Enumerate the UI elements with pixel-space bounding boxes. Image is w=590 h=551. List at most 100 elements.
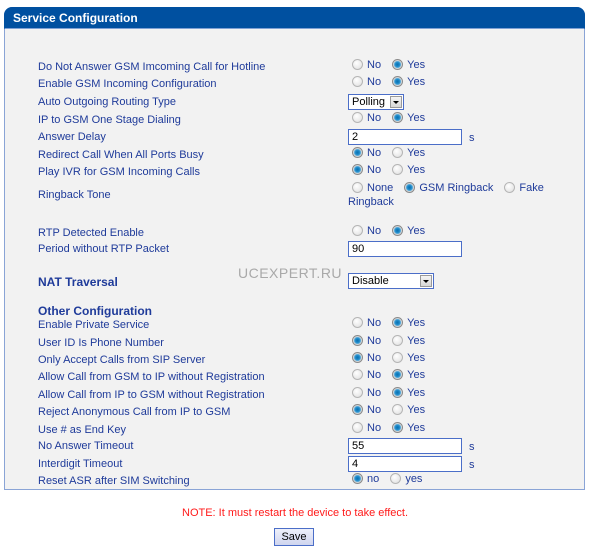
label: Answer Delay [38, 131, 106, 143]
answer-delay-input[interactable]: 2 [348, 129, 462, 145]
radio-no[interactable] [352, 111, 363, 123]
radio-no[interactable] [352, 403, 363, 415]
label: RTP Detected Enable [38, 227, 144, 239]
radio-none[interactable] [352, 181, 363, 193]
radio-yes[interactable] [392, 386, 404, 398]
interdigit-timeout-input[interactable]: 4 [348, 456, 462, 472]
row-ringback-tone: Ringback Tone None GSM Ringback Fake Rin… [5, 181, 584, 212]
option-label: Yes [407, 112, 426, 125]
label: Play IVR for GSM Incoming Calls [38, 166, 200, 178]
label: Allow Call from IP to GSM without Regist… [38, 389, 265, 401]
option-label: Yes [407, 76, 426, 89]
row-allow-gsm-to-ip: Allow Call from GSM to IP without Regist… [5, 368, 584, 386]
row-use-hash-end-key: Use # as End Key No Yes [5, 421, 584, 439]
radio-yes[interactable] [392, 351, 404, 363]
radio-no[interactable] [352, 386, 363, 398]
radio-no[interactable] [352, 75, 363, 87]
option-label: No [367, 317, 382, 330]
save-button[interactable]: Save [274, 528, 314, 546]
row-auto-outgoing-routing: Auto Outgoing Routing Type Polling [5, 94, 584, 111]
label: Do Not Answer GSM Imcoming Call for Hotl… [38, 61, 266, 73]
label: Enable Private Service [38, 319, 150, 331]
radio-yes[interactable] [392, 421, 404, 433]
radio-yes[interactable] [392, 163, 404, 175]
panel-header: Service Configuration [4, 7, 585, 29]
radio-yes[interactable] [392, 316, 404, 328]
section-heading: Other Configuration [38, 304, 152, 318]
label: Reject Anonymous Call from IP to GSM [38, 406, 231, 418]
radio-yes[interactable] [392, 146, 404, 158]
row-period-without-rtp: Period without RTP Packet 90 [5, 241, 584, 258]
row-interdigit-timeout: Interdigit Timeout 4 s [5, 456, 584, 473]
radio-gsm-ringback[interactable] [404, 181, 416, 193]
option-label: No [367, 76, 382, 89]
row-reject-anonymous: Reject Anonymous Call from IP to GSM No … [5, 403, 584, 421]
option-label: No [367, 369, 382, 382]
section-label: NAT Traversal [38, 275, 118, 289]
option-label: Yes [407, 369, 426, 382]
radio-yes[interactable] [392, 403, 404, 415]
select-value: Disable [352, 275, 389, 287]
radio-no[interactable] [352, 224, 363, 236]
radio-no[interactable] [352, 421, 363, 433]
option-label: Yes [407, 422, 426, 435]
radio-no[interactable] [352, 316, 363, 328]
radio-no[interactable] [352, 163, 363, 175]
radio-yes[interactable] [392, 75, 404, 87]
nat-traversal-select[interactable]: Disable [348, 273, 434, 289]
row-do-not-answer-hotline: Do Not Answer GSM Imcoming Call for Hotl… [5, 58, 584, 76]
row-only-accept-sip-server: Only Accept Calls from SIP Server No Yes [5, 351, 584, 369]
option-label: Yes [407, 404, 426, 417]
option-label: Fake [519, 182, 544, 195]
row-rtp-detected: RTP Detected Enable No Yes [5, 224, 584, 242]
label: Period without RTP Packet [38, 243, 170, 255]
option-label: No [367, 59, 382, 72]
option-label: Yes [407, 317, 426, 330]
option-label: no [367, 473, 380, 486]
option-label: No [367, 387, 382, 400]
radio-yes[interactable] [392, 368, 404, 380]
option-label: No [367, 404, 382, 417]
option-label: No [367, 422, 382, 435]
option-label: No [367, 225, 382, 238]
restart-note: NOTE: It must restart the device to take… [182, 507, 408, 519]
row-ip-to-gsm-one-stage: IP to GSM One Stage Dialing No Yes [5, 111, 584, 129]
unit-label: s [469, 132, 475, 144]
option-label: Yes [407, 225, 426, 238]
rtp-period-input[interactable]: 90 [348, 241, 462, 257]
label: Only Accept Calls from SIP Server [38, 354, 206, 366]
label: IP to GSM One Stage Dialing [38, 114, 181, 126]
unit-label: s [469, 459, 475, 471]
label: Enable GSM Incoming Configuration [38, 78, 217, 90]
radio-fake-ringback[interactable] [504, 181, 516, 193]
radio-yes[interactable] [392, 224, 404, 236]
option-label: Yes [407, 352, 426, 365]
unit-label: s [469, 441, 475, 453]
panel-title: Service Configuration [13, 11, 138, 25]
row-enable-gsm-incoming: Enable GSM Incoming Configuration No Yes [5, 75, 584, 93]
radio-yes[interactable] [392, 58, 404, 70]
option-label: Yes [407, 147, 426, 160]
radio-no[interactable] [352, 472, 363, 484]
option-label: No [367, 335, 382, 348]
radio-no[interactable] [352, 368, 363, 380]
radio-yes[interactable] [392, 111, 404, 123]
chevron-down-icon[interactable] [420, 275, 432, 287]
radio-no[interactable] [352, 146, 363, 158]
radio-yes[interactable] [390, 472, 402, 484]
watermark: UCEXPERT.RU [238, 265, 343, 281]
radio-no[interactable] [352, 334, 363, 346]
chevron-down-icon[interactable] [390, 96, 402, 108]
select-value: Polling [352, 96, 386, 108]
no-answer-timeout-input[interactable]: 55 [348, 438, 462, 454]
option-label: GSM Ringback [419, 182, 494, 195]
routing-type-select[interactable]: Polling [348, 94, 404, 110]
row-allow-ip-to-gsm: Allow Call from IP to GSM without Regist… [5, 386, 584, 404]
label: Allow Call from GSM to IP without Regist… [38, 371, 265, 383]
option-label: yes [405, 473, 423, 486]
option-label: No [367, 112, 382, 125]
label: Ringback Tone [38, 189, 111, 201]
radio-no[interactable] [352, 58, 363, 70]
radio-no[interactable] [352, 351, 363, 363]
radio-yes[interactable] [392, 334, 404, 346]
